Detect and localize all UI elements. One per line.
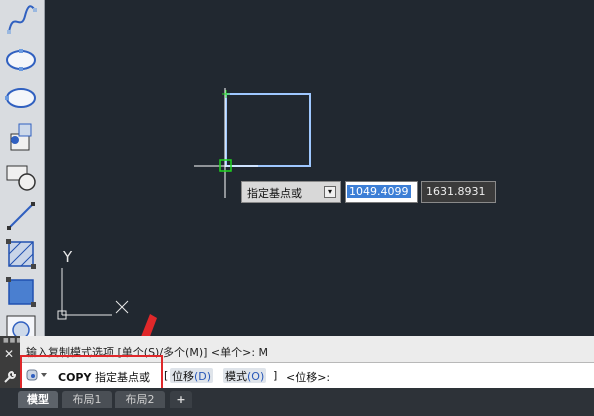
option-mode[interactable]: 模式(O)	[223, 368, 267, 383]
rectangle-object[interactable]	[225, 93, 311, 167]
x-coordinate-value: 1049.4099	[347, 185, 411, 198]
grip-dots-icon: ■■■■	[3, 337, 30, 344]
tab-layout2[interactable]: 布局2	[115, 391, 165, 408]
region-icon[interactable]	[3, 312, 39, 336]
command-window-grip[interactable]: ■■■■ ✕	[0, 336, 30, 388]
option-mode-key: (O)	[247, 370, 265, 383]
options-close-bracket: ]	[273, 369, 278, 382]
ellipse-arc-icon[interactable]	[3, 80, 39, 116]
tab-layout1[interactable]: 布局1	[62, 391, 112, 408]
y-coordinate-input[interactable]: 1631.8931	[421, 181, 496, 203]
hatch-icon[interactable]	[3, 236, 39, 272]
dynamic-input-prompt: 指定基点或 ▾	[241, 181, 341, 203]
make-block-icon[interactable]	[3, 160, 39, 196]
y-coordinate-value: 1631.8931	[426, 185, 486, 198]
x-coordinate-input[interactable]: 1049.4099	[345, 181, 418, 203]
annotation-highlight-box	[20, 355, 163, 390]
options-dropdown-icon[interactable]: ▾	[324, 186, 336, 198]
option-mode-label: 模式	[225, 370, 247, 383]
point-line-icon[interactable]	[3, 198, 39, 234]
option-displacement[interactable]: 位移(D)	[170, 368, 214, 383]
grip-marker	[222, 90, 230, 98]
insert-block-icon[interactable]	[3, 120, 39, 156]
options-open-bracket: [	[164, 369, 169, 382]
ucs-y-label: Y	[62, 248, 73, 266]
tab-model[interactable]: 模型	[18, 391, 58, 408]
close-icon[interactable]: ✕	[4, 347, 14, 361]
option-displacement-key: (D)	[194, 370, 212, 383]
spline-icon[interactable]	[3, 2, 39, 38]
ucs-icon	[57, 268, 129, 320]
layout-tabs-bar: 模型 布局1 布局2 +	[0, 388, 594, 416]
ellipse-icon[interactable]	[3, 40, 39, 76]
gradient-icon[interactable]	[3, 274, 39, 310]
add-layout-button[interactable]: +	[170, 391, 192, 408]
wrench-icon[interactable]	[2, 369, 18, 385]
dynamic-input-prompt-text: 指定基点或	[247, 187, 302, 200]
default-option: <位移>:	[286, 371, 331, 384]
draw-toolbar	[0, 0, 45, 336]
option-displacement-label: 位移	[172, 370, 194, 383]
